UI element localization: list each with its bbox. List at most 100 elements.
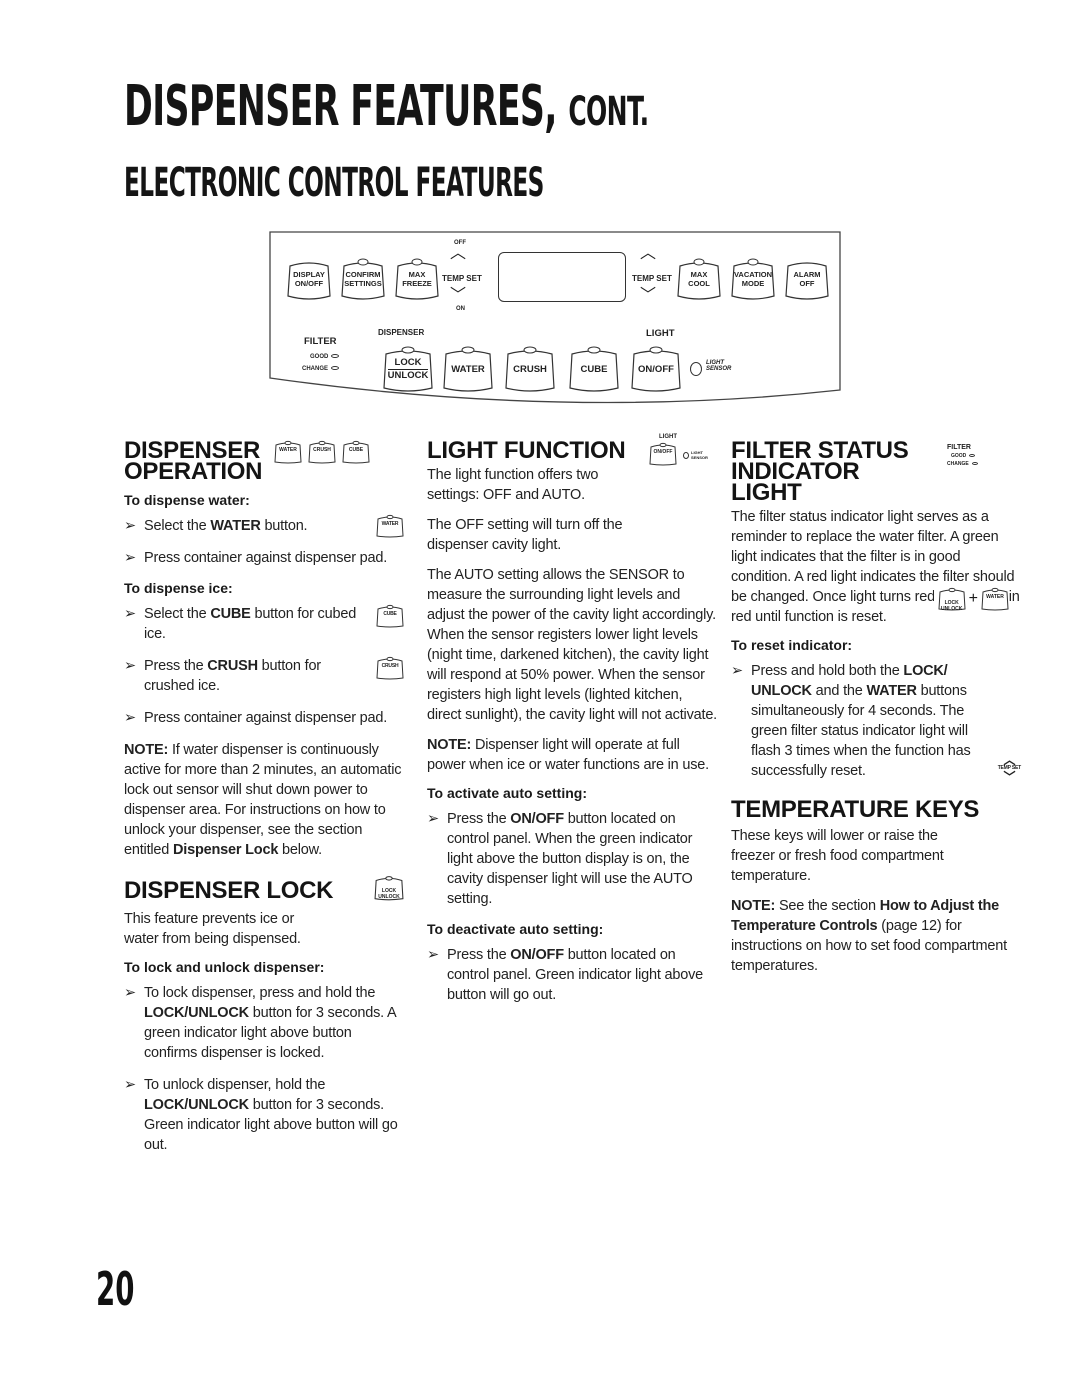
light-sensor-label: LIGHT SENSOR — [706, 360, 732, 372]
deactivate-auto-subheading: To deactivate auto setting: — [427, 921, 604, 937]
light-label: LIGHT — [646, 328, 675, 339]
light-icon-label: LIGHT — [659, 434, 677, 440]
filter-label: FILTER — [304, 336, 337, 347]
list-item: ➢ Press the ON/OFF button located on cont… — [427, 811, 693, 907]
led-icon — [969, 454, 976, 458]
list-item: ➢ Press the ON/OFF button located on cont… — [427, 947, 703, 1003]
light-sensor-icon — [683, 452, 689, 459]
dispenser-lock-heading: DISPENSER LOCK — [124, 877, 334, 904]
light-function-note: NOTE: Dispenser light will operate at fu… — [427, 737, 709, 773]
section-title: ELECTRONIC CONTROL FEATURES — [124, 160, 544, 206]
list-item: ➢ To unlock dispenser, hold the LOCK/UNLO… — [124, 1077, 398, 1153]
temp-set-icon: ︿ TEMP SET ﹀ — [997, 753, 1022, 784]
lock-unlock-button-icon: LOCK UNLOCK — [374, 874, 404, 902]
max-cool-button: MAX COOL — [676, 258, 722, 302]
water-button-icon: WATER — [376, 514, 404, 538]
list-item: ➢ Press container against dispenser pad. — [124, 550, 388, 566]
filter-status-column: FILTER STATUS INDICATOR LIGHT FILTER GOOD … — [731, 439, 1022, 986]
dispense-water-subheading: To dispense water: — [124, 492, 250, 508]
reset-indicator-steps: ➢ Press and hold both the LOCK/ UNLOCK an… — [731, 661, 1022, 784]
dispenser-operation-icons: WATER CRUSH CUBE — [274, 440, 370, 464]
crush-button: CRUSH — [504, 346, 556, 394]
light-sensor-icon — [690, 362, 702, 376]
chevron-down-icon: ﹀ — [640, 287, 657, 304]
water-button: WATER — [442, 346, 494, 394]
dispenser-operation-note: NOTE: If water dispenser is continuously… — [124, 742, 402, 858]
filter-good-indicator: GOOD — [310, 354, 340, 360]
water-button-icon: WATER — [274, 440, 302, 464]
cube-button: CUBE — [568, 346, 620, 394]
chevron-up-icon: ︿ — [450, 245, 467, 262]
page-title-main: DISPENSER FEATURES, — [124, 74, 557, 139]
light-function-column: LIGHT FUNCTION LIGHT ON/OFF LIGHT SENSOR… — [427, 434, 718, 1017]
chevron-down-icon: ﹀ — [1003, 770, 1016, 784]
list-item: ➢ Press the CRUSH button for crushed ice.… — [124, 656, 404, 696]
lock-unlock-subheading: To lock and unlock dispenser: — [124, 959, 325, 975]
page-title-cont: CONT. — [568, 88, 649, 135]
crush-button-icon: CRUSH — [308, 440, 336, 464]
dispense-water-steps: ➢ Select the WATER button. WATER ➢ Press c… — [124, 514, 404, 568]
filter-good-indicator: GOOD — [951, 453, 997, 459]
dispenser-lock-intro: This feature prevents ice or water from … — [124, 911, 301, 947]
lock-unlock-button: LOCK UNLOCK — [382, 346, 434, 394]
chevron-up-icon: ︿ — [640, 245, 657, 262]
filter-change-indicator: CHANGE — [947, 461, 997, 467]
list-item: ➢ Press container against dispenser pad. — [124, 710, 388, 726]
dispense-ice-subheading: To dispense ice: — [124, 580, 233, 596]
bullet-arrow-icon: ➢ — [124, 985, 136, 1001]
bullet-arrow-icon: ➢ — [124, 658, 136, 674]
lock-unlock-steps: ➢ To lock dispenser, press and hold the L… — [124, 983, 404, 1155]
dispenser-label: DISPENSER — [378, 328, 425, 337]
cube-button-icon: CUBE — [376, 604, 404, 628]
bullet-arrow-icon: ➢ — [124, 710, 136, 726]
light-onoff-button-icon: ON/OFF — [649, 442, 677, 466]
deactivate-auto-steps: ➢ Press the ON/OFF button located on cont… — [427, 945, 717, 1005]
led-icon — [331, 366, 340, 371]
bullet-arrow-icon: ➢ — [124, 606, 136, 622]
temperature-keys-note: NOTE: See the section How to Adjust the … — [731, 898, 1007, 974]
light-function-p1: The light function offers two settings: … — [427, 467, 599, 503]
filter-change-indicator: CHANGE — [302, 366, 340, 372]
led-icon — [971, 462, 978, 466]
crush-button-icon: CRUSH — [376, 656, 404, 680]
temperature-keys-p1: These keys will lower or raise the freez… — [731, 828, 944, 884]
control-panel-diagram: DISPLAY ON/OFF CONFIRM SETTINGS MAX FREEZE … — [266, 230, 846, 410]
light-onoff-icon-group: LIGHT ON/OFF LIGHT SENSOR — [649, 434, 719, 478]
dispense-ice-steps: ➢ Select the CUBE button for cubed ice. C… — [124, 604, 404, 728]
reset-indicator-subheading: To reset indicator: — [731, 637, 853, 653]
temp-set-left-label: TEMP SET — [442, 274, 482, 283]
bullet-arrow-icon: ➢ — [124, 550, 136, 566]
led-icon — [331, 354, 340, 359]
bullet-arrow-icon: ➢ — [427, 811, 439, 827]
temp-set-right-label: TEMP SET — [632, 274, 672, 283]
lock-plus-water-icon: LOCK UNLOCK + WATER — [933, 587, 1009, 611]
bullet-arrow-icon: ➢ — [124, 1077, 136, 1093]
page-number: 20 — [96, 1262, 135, 1316]
confirm-settings-button: CONFIRM SETTINGS — [340, 258, 386, 302]
display-onoff-button: DISPLAY ON/OFF — [286, 258, 332, 302]
water-button-icon: WATER — [981, 587, 1009, 611]
light-sensor-label: LIGHT SENSOR — [691, 450, 708, 460]
page-title: DISPENSER FEATURES, CONT. — [124, 74, 649, 139]
cube-button-icon: CUBE — [342, 440, 370, 464]
activate-auto-steps: ➢ Press the ON/OFF button located on cont… — [427, 809, 717, 909]
lcd-display — [498, 252, 626, 302]
light-function-p2: The OFF setting will turn off the dispen… — [427, 517, 623, 553]
list-item: ➢ To lock dispenser, press and hold the L… — [124, 985, 396, 1061]
light-onoff-button: ON/OFF — [630, 346, 682, 394]
chevron-down-icon: ﹀ — [450, 287, 467, 304]
list-item: ➢ Press and hold both the LOCK/ UNLOCK an… — [731, 663, 1022, 784]
alarm-off-button: ALARM OFF — [784, 258, 830, 302]
dispenser-operation-column: DISPENSER OPERATION WATER CRUSH CUBE To d… — [124, 439, 404, 1167]
plus-icon: + — [968, 590, 978, 607]
light-function-p3: The AUTO setting allows the SENSOR to me… — [427, 567, 718, 723]
bullet-arrow-icon: ➢ — [124, 518, 136, 534]
bullet-arrow-icon: ➢ — [427, 947, 439, 963]
filter-icon-label: FILTER — [947, 444, 971, 451]
bullet-arrow-icon: ➢ — [731, 663, 743, 679]
list-item: ➢ Select the CUBE button for cubed ice. C… — [124, 604, 404, 644]
list-item: ➢ Select the WATER button. WATER — [124, 514, 404, 538]
filter-indicator-icon: FILTER GOOD CHANGE — [947, 444, 997, 467]
lock-unlock-button-icon: LOCK UNLOCK — [938, 587, 966, 611]
max-freeze-button: MAX FREEZE — [394, 258, 440, 302]
